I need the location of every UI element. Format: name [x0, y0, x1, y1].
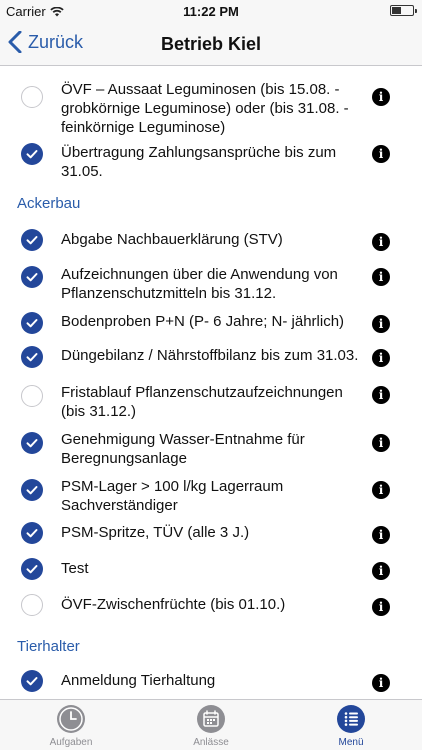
checkbox-checked-icon[interactable]: [21, 558, 43, 580]
tab-anlaesse-label: Anlässe: [193, 737, 229, 748]
list-item-text: Abgabe Nachbauerklärung (STV): [61, 231, 283, 248]
list-item-text: Genehmigung Wasser-Entnahme für Beregnun…: [61, 431, 305, 467]
list-item[interactable]: Anmeldung Tierhaltung i: [0, 670, 422, 697]
page-title: Betrieb Kiel: [160, 34, 262, 54]
task-list[interactable]: ÖVF – Aussaat Leguminosen (bis 15.08. - …: [0, 67, 422, 697]
section-header-tierhalter: Tierhalter: [17, 638, 80, 655]
info-icon[interactable]: i: [372, 386, 390, 404]
info-icon[interactable]: i: [372, 562, 390, 580]
list-item[interactable]: Übertragung Zahlungsansprüche bis zum 31…: [0, 139, 422, 185]
list-icon: [337, 705, 365, 733]
info-icon[interactable]: i: [372, 598, 390, 616]
list-item[interactable]: Düngebilanz / Nährstoffbilanz bis zum 31…: [0, 346, 422, 374]
info-icon[interactable]: i: [372, 526, 390, 544]
checkbox-unchecked-icon[interactable]: [21, 385, 43, 407]
checkbox-checked-icon[interactable]: [21, 432, 43, 454]
list-item-text: PSM-Lager > 100 l/kg Lagerraum Sachverst…: [61, 478, 284, 514]
info-icon[interactable]: i: [372, 434, 390, 452]
status-bar: Carrier 11:22 PM: [0, 0, 422, 22]
checkbox-checked-icon[interactable]: [21, 670, 43, 692]
clock-icon: [57, 705, 85, 733]
list-item[interactable]: PSM-Spritze, TÜV (alle 3 J.) i: [0, 522, 422, 550]
list-item[interactable]: Bodenproben P+N (P- 6 Jahre; N- jährlich…: [0, 312, 422, 340]
tab-menue-label: Menü: [338, 737, 364, 748]
list-item-text: Übertragung Zahlungsansprüche bis zum 31…: [61, 144, 337, 180]
info-icon[interactable]: i: [372, 145, 390, 163]
list-item-text: Fristablauf Pflanzenschutzaufzeichnungen…: [61, 384, 343, 420]
info-icon[interactable]: i: [372, 481, 390, 499]
list-item-text: PSM-Spritze, TÜV (alle 3 J.): [61, 524, 250, 541]
checkbox-checked-icon[interactable]: [21, 266, 43, 288]
list-item-text: Aufzeichnungen über die Anwendung von Pf…: [61, 266, 338, 302]
checkbox-unchecked-icon[interactable]: [21, 594, 43, 616]
calendar-icon: [197, 705, 225, 733]
navigation-bar: Zurück Betrieb Kiel: [0, 22, 422, 66]
battery-icon: [390, 5, 417, 16]
checkbox-checked-icon[interactable]: [21, 346, 43, 368]
list-item[interactable]: Test i: [0, 558, 422, 586]
list-item[interactable]: Fristablauf Pflanzenschutzaufzeichnungen…: [0, 381, 422, 423]
list-item[interactable]: PSM-Lager > 100 l/kg Lagerraum Sachverst…: [0, 476, 422, 518]
tab-menue[interactable]: Menü: [301, 704, 401, 748]
list-item[interactable]: Abgabe Nachbauerklärung (STV) i: [0, 227, 422, 255]
checkbox-checked-icon[interactable]: [21, 522, 43, 544]
tab-aufgaben[interactable]: Aufgaben: [21, 704, 121, 748]
info-icon[interactable]: i: [372, 315, 390, 333]
info-icon[interactable]: i: [372, 268, 390, 286]
list-item-text: ÖVF-Zwischenfrüchte (bis 01.10.): [61, 596, 286, 613]
checkbox-unchecked-icon[interactable]: [21, 86, 43, 108]
checkbox-checked-icon[interactable]: [21, 312, 43, 334]
checkbox-checked-icon[interactable]: [21, 229, 43, 251]
list-item-text: Düngebilanz / Nährstoffbilanz bis zum 31…: [61, 347, 359, 364]
tab-bar: Aufgaben Anlässe Menü: [0, 699, 422, 750]
section-header-ackerbau: Ackerbau: [17, 195, 81, 212]
list-item-text: ÖVF – Aussaat Leguminosen (bis 15.08. - …: [61, 81, 349, 136]
list-item-text: Test: [61, 560, 89, 577]
list-item-text: Bodenproben P+N (P- 6 Jahre; N- jährlich…: [61, 313, 345, 330]
list-item[interactable]: ÖVF – Aussaat Leguminosen (bis 15.08. - …: [0, 75, 422, 137]
list-item[interactable]: ÖVF-Zwischenfrüchte (bis 01.10.) i: [0, 594, 422, 622]
info-icon[interactable]: i: [372, 88, 390, 106]
list-item[interactable]: Genehmigung Wasser-Entnahme für Beregnun…: [0, 429, 422, 471]
checkbox-checked-icon[interactable]: [21, 143, 43, 165]
tab-aufgaben-label: Aufgaben: [49, 737, 93, 748]
checkbox-checked-icon[interactable]: [21, 479, 43, 501]
list-item-text: Anmeldung Tierhaltung: [61, 672, 216, 689]
info-icon[interactable]: i: [372, 349, 390, 367]
info-icon[interactable]: i: [372, 233, 390, 251]
info-icon[interactable]: i: [372, 674, 390, 692]
list-item[interactable]: Aufzeichnungen über die Anwendung von Pf…: [0, 263, 422, 305]
status-time: 11:22 PM: [183, 4, 239, 19]
tab-anlaesse[interactable]: Anlässe: [161, 704, 261, 748]
